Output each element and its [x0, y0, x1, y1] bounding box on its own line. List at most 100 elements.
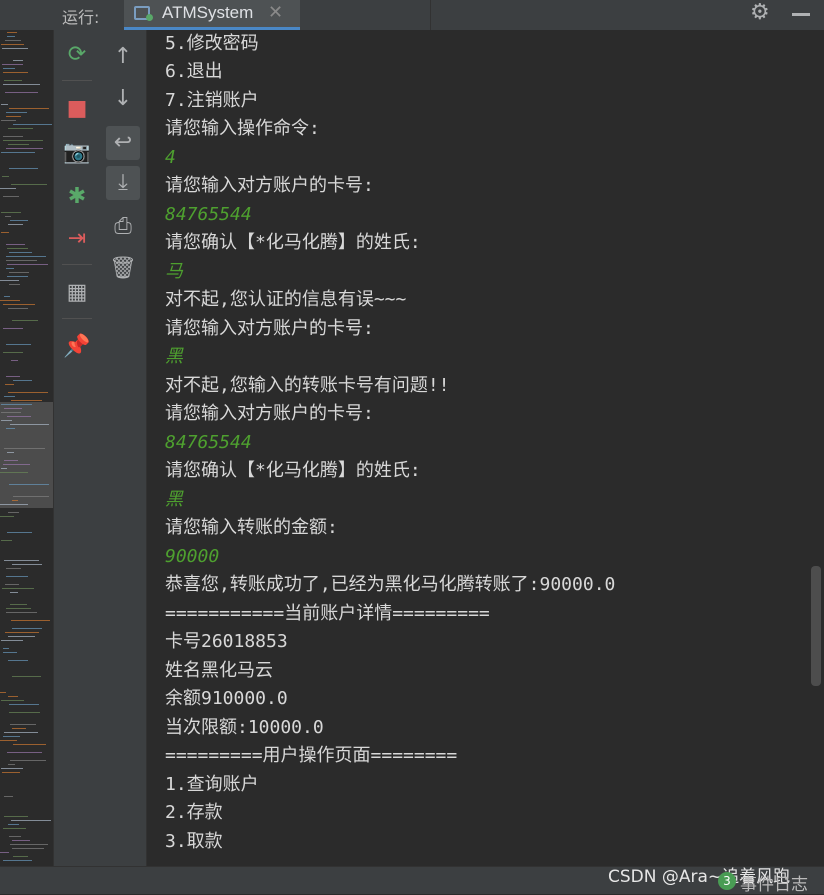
stop-button[interactable]: ■: [60, 92, 94, 126]
minimap-line: [3, 140, 43, 141]
minimap-line: [3, 68, 15, 69]
console-line: ===========当前账户详情=========: [165, 603, 490, 624]
console-line: 当次限额:10000.0: [165, 717, 324, 738]
minimap-line: [8, 764, 15, 765]
minimap-line: [1, 404, 32, 405]
minimap-line: [8, 128, 33, 129]
event-log-link[interactable]: 事件日志: [740, 870, 808, 895]
scroll-to-end-button[interactable]: ⤓: [106, 166, 140, 200]
minimap-line: [1, 540, 12, 541]
arrow-down-icon: ↓: [113, 86, 133, 111]
minimap-line: [1, 640, 23, 641]
console-output[interactable]: 5.修改密码 6.退出 7.注销账户 请您输入操作命令: 4 请您输入对方账户的卡号: 84…: [147, 30, 810, 866]
minimap-line: [12, 676, 41, 677]
camera-icon: 📷: [63, 140, 91, 165]
trash-button[interactable]: 🗑: [106, 252, 140, 286]
minimap-line: [0, 852, 9, 853]
code-minimap: [0, 30, 53, 866]
minimap-line: [7, 36, 15, 37]
minimap-line: [1, 152, 35, 153]
console-line: 请您确认【*化马化腾】的姓氏:: [165, 460, 421, 481]
console-line: 卡号26018853: [165, 631, 288, 652]
minimap-line: [9, 168, 38, 169]
console-line: 姓名黑化马云: [165, 660, 273, 681]
minimap-line: [8, 392, 48, 393]
minimap-line: [7, 752, 42, 753]
minimap-line: [6, 576, 28, 577]
arrow-down-button[interactable]: ↓: [106, 82, 140, 116]
tab-title: ATMSystem: [162, 3, 254, 22]
minimap-line: [0, 692, 6, 693]
minimap-line: [12, 564, 42, 565]
minimap-line: [5, 384, 14, 385]
scrollbar-thumb[interactable]: [811, 566, 821, 686]
minimap-line: [6, 568, 21, 569]
minimap-line: [3, 304, 35, 305]
minimap-line: [8, 696, 18, 697]
arrow-up-button[interactable]: ↑: [106, 40, 140, 74]
minimap-line: [7, 276, 28, 277]
minimap-line: [13, 60, 23, 61]
minimize-icon[interactable]: [792, 13, 810, 16]
exit-button[interactable]: ⇥: [60, 222, 94, 256]
minimap-line: [4, 396, 15, 397]
rerun-icon: ⟳: [67, 42, 87, 67]
minimap-line: [0, 188, 16, 189]
debug-button[interactable]: ✱: [60, 180, 94, 214]
minimap-line: [2, 176, 9, 177]
console-line: 请您输入对方账户的卡号:: [165, 175, 374, 196]
minimap-line: [0, 740, 17, 741]
console-user-input: 马: [165, 261, 183, 282]
minimap-line: [13, 496, 49, 497]
minimap-line: [13, 124, 52, 125]
minimap-line: [5, 92, 38, 93]
camera-button[interactable]: 📷: [60, 136, 94, 170]
minimap-line: [1, 212, 21, 213]
minimap-line: [7, 532, 32, 533]
print-icon: ⎙: [114, 214, 132, 239]
minimap-line: [6, 612, 37, 613]
minimap-line: [7, 32, 17, 33]
minimap-line: [3, 860, 32, 861]
close-icon[interactable]: ✕: [268, 2, 283, 23]
pin-button[interactable]: 📌: [60, 330, 94, 364]
minimap-line: [5, 632, 39, 633]
console-line: 请您输入转账的金额:: [165, 517, 338, 538]
minimap-line: [4, 448, 45, 449]
gear-icon[interactable]: ⚙: [750, 0, 770, 25]
minimap-line: [13, 380, 32, 381]
minimap-line: [4, 560, 39, 561]
minimap-line: [8, 636, 35, 637]
minimap-line: [3, 136, 23, 137]
scrollbar-track[interactable]: [810, 30, 824, 866]
console-line: 恭喜您,转账成功了,已经为黑化马化腾转账了:90000.0: [165, 574, 616, 595]
console-user-input: 黑: [165, 489, 183, 510]
minimap-line: [6, 376, 20, 377]
layout-button[interactable]: ▦: [60, 276, 94, 310]
minimap-line: [10, 844, 48, 845]
minimap-line: [9, 484, 49, 485]
minimap-line: [12, 848, 44, 849]
minimap-line: [7, 248, 28, 249]
soft-wrap-button[interactable]: ↩: [106, 126, 140, 160]
exit-icon: ⇥: [67, 226, 87, 251]
minimap-line: [9, 712, 40, 713]
running-indicator-icon: [146, 14, 153, 21]
minimap-line: [6, 256, 46, 257]
minimap-line: [10, 424, 49, 425]
tab-atmsystem[interactable]: ATMSystem ✕: [124, 0, 300, 30]
trash-icon: 🗑: [109, 256, 137, 281]
minimap-line: [1, 468, 7, 469]
minimap-line: [2, 772, 20, 773]
minimap-line: [1, 412, 21, 413]
console-line: =========用户操作页面========: [165, 745, 458, 766]
minimap-line: [10, 220, 28, 221]
minimap-line: [6, 428, 15, 429]
rerun-button[interactable]: ⟳: [60, 38, 94, 72]
minimap-line: [11, 820, 51, 821]
minimap-line: [10, 724, 36, 725]
console-line: 3.取款: [165, 831, 223, 852]
console-line: 6.退出: [165, 61, 223, 82]
print-button[interactable]: ⎙: [106, 210, 140, 244]
minimap-line: [5, 40, 21, 41]
